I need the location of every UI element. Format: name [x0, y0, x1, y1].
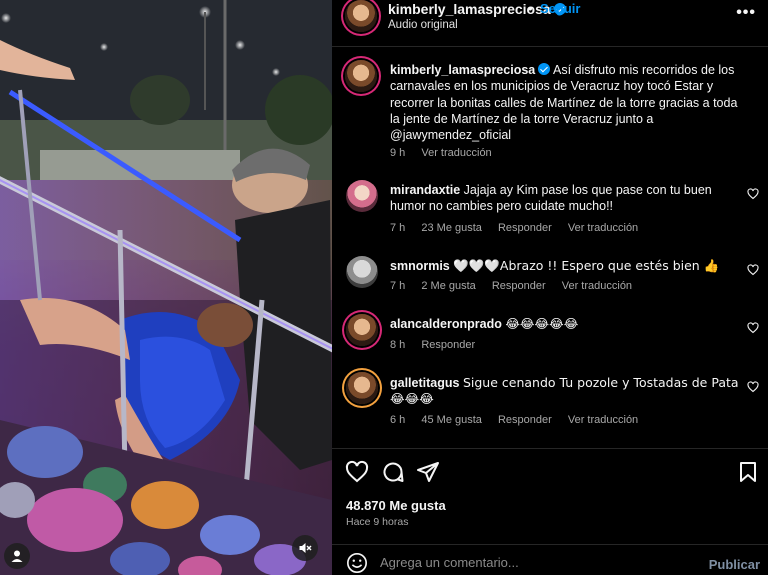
comment-likes[interactable]: 23 Me gusta [421, 222, 482, 234]
post-panel: kimberly_lamaspreciosa • Seguir Audio or… [332, 0, 768, 575]
comment-username[interactable]: alancalderonprado [390, 317, 502, 331]
comment-meta: 8 h Responder [390, 339, 488, 351]
follow-button[interactable]: Seguir [540, 1, 580, 16]
comment-icon[interactable] [381, 460, 405, 484]
publish-button[interactable]: Publicar [709, 557, 760, 572]
comment-body: alancalderonprado 😂😂😂😂😂 [390, 316, 740, 332]
caption-username[interactable]: kimberly_lamaspreciosa [390, 63, 535, 77]
comment-translate-link[interactable]: Ver traducción [568, 414, 638, 426]
emoji-icon[interactable] [346, 552, 368, 574]
comment-avatar[interactable] [346, 372, 378, 404]
audio-link[interactable]: Audio original [388, 19, 458, 31]
tagged-users-button[interactable] [4, 543, 30, 569]
comment-reply-link[interactable]: Responder [498, 222, 552, 234]
header-separator: • [528, 1, 533, 16]
caption-avatar[interactable] [345, 60, 377, 92]
speaker-muted-icon [299, 543, 312, 553]
caption-translate-link[interactable]: Ver traducción [421, 147, 491, 159]
like-comment-heart-icon[interactable] [747, 322, 759, 334]
comment-translate-link[interactable]: Ver traducción [562, 280, 632, 292]
post-timestamp: Hace 9 horas [346, 516, 409, 528]
caption-meta: 9 h Ver traducción [390, 147, 505, 159]
comment-body: mirandaxtie Jajaja ay Kim pase los que p… [390, 182, 740, 215]
mute-button[interactable] [292, 535, 318, 561]
comment-translate-link[interactable]: Ver traducción [568, 222, 638, 234]
post-media[interactable] [0, 0, 332, 575]
comment-body: galletitagus Sigue cenando Tu pozole y T… [390, 375, 740, 408]
comment-meta: 7 h 2 Me gusta Responder Ver traducción [390, 280, 645, 292]
author-avatar[interactable] [345, 0, 377, 32]
comment-likes[interactable]: 45 Me gusta [421, 414, 482, 426]
comment-composer: Publicar [332, 544, 768, 575]
comment-meta: 6 h 45 Me gusta Responder Ver traducción [390, 414, 651, 426]
comment-input[interactable] [380, 551, 680, 573]
comment-text: 😂😂😂😂😂 [505, 316, 579, 331]
comment-username[interactable]: smnormis [390, 259, 450, 273]
user-icon [11, 550, 23, 562]
save-bookmark-icon[interactable] [736, 460, 760, 484]
like-comment-heart-icon[interactable] [747, 188, 759, 200]
comment-username[interactable]: galletitagus [390, 376, 459, 390]
comment-username[interactable]: mirandaxtie [390, 183, 460, 197]
comment-reply-link[interactable]: Responder [498, 414, 552, 426]
comment-meta: 7 h 23 Me gusta Responder Ver traducción [390, 222, 651, 234]
carnival-photo [0, 0, 332, 575]
comment-text: 🤍🤍🤍Abrazo !! Espero que estés bien 👍 [453, 258, 720, 273]
like-heart-icon[interactable] [345, 460, 369, 484]
author-username[interactable]: kimberly_lamaspreciosa [388, 1, 566, 17]
comment-likes[interactable]: 2 Me gusta [421, 280, 475, 292]
share-paper-plane-icon[interactable] [416, 460, 440, 484]
comment-time: 8 h [390, 339, 406, 351]
caption-body: kimberly_lamaspreciosa Así disfruto mis … [390, 62, 740, 143]
comment-time: 7 h [390, 222, 406, 234]
comment-time: 7 h [390, 280, 406, 292]
like-comment-heart-icon[interactable] [747, 264, 759, 276]
like-comment-heart-icon[interactable] [747, 381, 759, 393]
post-actions [332, 456, 768, 486]
post-header: kimberly_lamaspreciosa • Seguir Audio or… [332, 0, 768, 46]
comment-avatar[interactable] [346, 180, 378, 212]
likes-count[interactable]: 48.870 Me gusta [346, 498, 446, 513]
comment-avatar[interactable] [346, 256, 378, 288]
comment-avatar[interactable] [346, 314, 378, 346]
comment-body: smnormis 🤍🤍🤍Abrazo !! Espero que estés b… [390, 258, 740, 274]
comment-reply-link[interactable]: Responder [492, 280, 546, 292]
comment-time: 6 h [390, 414, 406, 426]
comment-reply-link[interactable]: Responder [421, 339, 475, 351]
verified-icon [538, 63, 551, 75]
caption-time: 9 h [390, 147, 406, 159]
author-username-text[interactable]: kimberly_lamaspreciosa [388, 1, 551, 17]
more-options-icon[interactable]: ••• [736, 4, 756, 22]
